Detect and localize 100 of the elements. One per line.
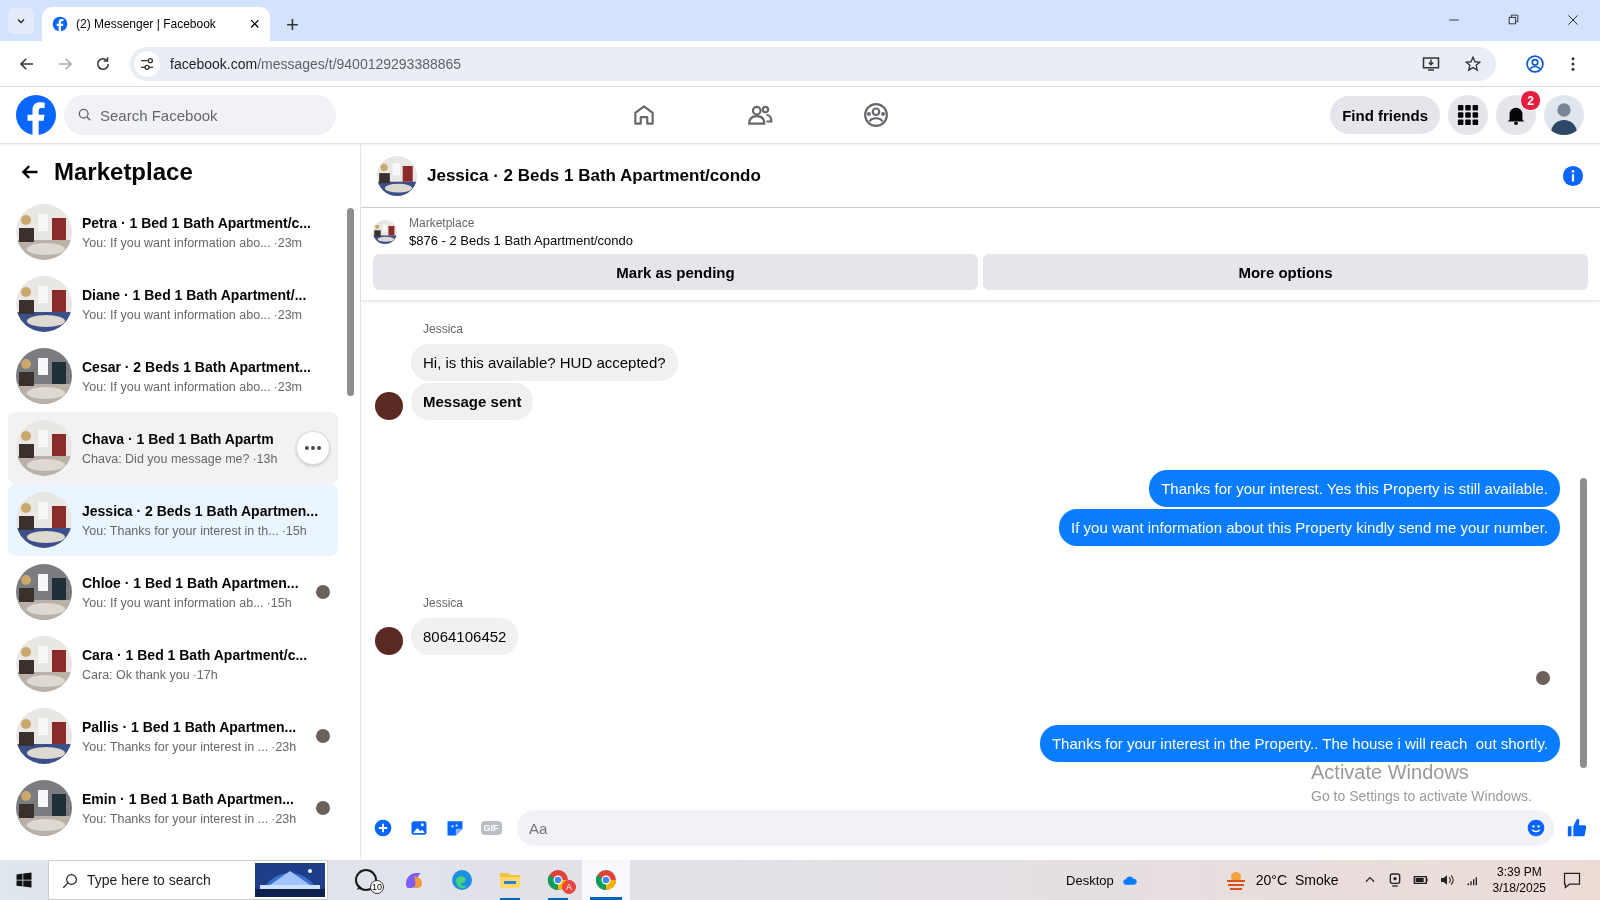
conversation-title: Petra · 1 Bed 1 Bath Apartment/c... (82, 214, 312, 233)
home-icon[interactable] (631, 102, 657, 128)
message-time: ·23m (273, 236, 303, 250)
app-badge: 10 (370, 880, 384, 894)
conversation-item[interactable]: Pallis · 1 Bed 1 Bath Apartmen... You: Thanks for your interest in ... ·23h (8, 700, 338, 772)
message-preview: You: If you want information abo... (82, 380, 271, 394)
message-bubble: 8064106452 (411, 618, 519, 655)
thumbs-up-icon[interactable] (1566, 817, 1588, 839)
notification-count: 2 (1520, 90, 1541, 111)
message-bubble: Hi, is this available? HUD accepted? (411, 344, 678, 381)
message-time: ·15h (281, 524, 307, 538)
search-icon (77, 107, 93, 123)
speaker-icon[interactable] (1438, 872, 1455, 888)
conversation-title: Cesar · 2 Beds 1 Bath Apartment... (82, 358, 312, 377)
conversation-item[interactable]: Cara · 1 Bed 1 Bath Apartment/c... Cara: Ok thank you ·17h (8, 628, 338, 700)
sender-avatar (375, 392, 403, 420)
reload-icon[interactable] (94, 54, 112, 73)
action-button[interactable]: Mark as pending (373, 254, 978, 290)
conversation-item[interactable]: Chloe · 1 Bed 1 Bath Apartmen... You: If you want information ab... ·15h (8, 556, 338, 628)
restore-icon[interactable] (1507, 13, 1520, 26)
conversation-title: Diane · 1 Bed 1 Bath Apartment/... (82, 286, 308, 305)
profile-icon[interactable] (1525, 53, 1545, 74)
image-icon[interactable] (409, 818, 429, 838)
clock-date: 3/18/2025 (1492, 880, 1546, 897)
chat-title: Jessica · 2 Beds 1 Bath Apartment/condo (427, 165, 762, 186)
globe-swirl-icon (450, 868, 474, 892)
message-preview: Chava: Did you message me? (82, 452, 250, 466)
windows-logo-icon[interactable] (15, 871, 33, 889)
search-icon (61, 872, 79, 890)
chrome-icon (546, 868, 570, 892)
message-time: ·23h (271, 812, 297, 826)
sticker-icon[interactable] (445, 818, 465, 838)
message-time: ·17h (192, 668, 218, 682)
conversation-item[interactable]: Emin · 1 Bed 1 Bath Apartmen... You: Thanks for your interest in ... ·23h (8, 772, 338, 844)
account-avatar[interactable] (1544, 95, 1584, 135)
weather-condition: Smoke (1295, 872, 1339, 888)
conversation-item[interactable]: Jessica · 2 Beds 1 Bath Apartmen... You: Thanks for your interest in th... ·15h (8, 484, 338, 556)
sender-avatar (375, 627, 403, 655)
facebook-logo-icon (52, 16, 68, 32)
message-bubble: If you want information about this Property kindly send me your number. (1059, 509, 1560, 546)
conversation-item[interactable]: Chava · 1 Bed 1 Bath Apartm Chava: Did you message me? ·13h (8, 412, 338, 484)
conversation-title: Cara · 1 Bed 1 Bath Apartment/c... (82, 646, 309, 665)
more-icon (305, 446, 321, 450)
chrome-icon (594, 868, 618, 892)
more-button[interactable] (296, 431, 330, 465)
browser-tab[interactable]: (2) Messenger | Facebook × (42, 7, 270, 41)
message-preview: You: If you want information abo... (82, 308, 271, 322)
find-friends-button[interactable]: Find friends (1330, 96, 1440, 134)
message-preview: Cara: Ok thank you (82, 668, 190, 682)
close-tab-button[interactable]: × (249, 15, 260, 33)
conversation-title: Chava · 1 Bed 1 Bath Apartm (82, 430, 275, 449)
new-tab-button[interactable]: + (280, 13, 305, 37)
conversation-title: Chloe · 1 Bed 1 Bath Apartmen... (82, 574, 300, 593)
message-bubble: Message sent (411, 383, 534, 420)
plus-icon[interactable] (373, 818, 393, 838)
conversation-item[interactable]: Petra · 1 Bed 1 Bath Apartment/c... You: If you want information abo... ·23m (8, 196, 338, 268)
taskbar-app[interactable]: 10 (342, 860, 390, 900)
sidebar-title: Marketplace (54, 158, 193, 186)
message-time: ·15h (266, 596, 292, 610)
listing-label: Marketplace (409, 216, 476, 230)
install-app-icon[interactable] (1422, 54, 1440, 73)
message-field[interactable]: Aa (517, 810, 1554, 846)
star-icon[interactable] (1464, 54, 1482, 73)
facebook-logo-icon[interactable] (16, 95, 56, 135)
message-preview: You: Thanks for your interest in ... (82, 740, 269, 754)
close-icon[interactable] (1566, 13, 1580, 27)
conversation-title: Jessica · 2 Beds 1 Bath Apartmen... (82, 502, 320, 521)
app-badge: A (562, 880, 576, 894)
temperature: 20°C (1255, 872, 1288, 888)
watermark-title: Activate Windows (1311, 761, 1470, 784)
groups-icon[interactable] (863, 102, 889, 128)
emoji-icon[interactable] (1526, 818, 1546, 838)
menu-button[interactable] (1448, 95, 1488, 135)
sliders-icon (139, 55, 155, 72)
sender-name: Jessica (423, 322, 464, 336)
address-bar[interactable]: facebook.com/messages/t/9400129293388865 (130, 46, 1496, 81)
message-bubble: Thanks for your interest. Yes this Property is still available. (1149, 470, 1560, 507)
message-preview: You: Thanks for your interest in ... (82, 812, 269, 826)
message-preview: You: Thanks for your interest in th... (82, 524, 279, 538)
message-time: ·13h (252, 452, 278, 466)
message-preview: You: If you want information ab... (82, 596, 264, 610)
conversation-title: Emin · 1 Bed 1 Bath Apartmen... (82, 790, 295, 809)
site-info-button[interactable] (134, 50, 160, 77)
notifications-button[interactable] (1496, 95, 1536, 135)
sender-name: Jessica (423, 596, 464, 610)
toolbar-label[interactable]: Desktop (1066, 872, 1114, 888)
action-button[interactable]: More options (983, 254, 1588, 290)
taskbar-app[interactable] (582, 860, 630, 900)
message-time: ·23m (273, 308, 303, 322)
conversation-item[interactable]: Cesar · 2 Beds 1 Bath Apartment... You: If you want information abo... ·23m (8, 340, 338, 412)
search-field[interactable]: Search Facebook (64, 95, 336, 135)
message-preview: You: If you want information abo... (82, 236, 271, 250)
info-icon[interactable] (1562, 164, 1584, 187)
grid-icon (1457, 104, 1479, 126)
taskbar-app[interactable]: A (534, 860, 582, 900)
conversation-item[interactable]: Diane · 1 Bed 1 Bath Apartment/... You: If you want information abo... ·23m (8, 268, 338, 340)
url-text: facebook.com/messages/t/9400129293388865 (170, 55, 463, 72)
notification-icon[interactable] (1562, 870, 1582, 890)
listing-title[interactable]: $876 - 2 Beds 1 Bath Apartment/condo (409, 233, 634, 248)
message-time: ·23m (273, 380, 303, 394)
